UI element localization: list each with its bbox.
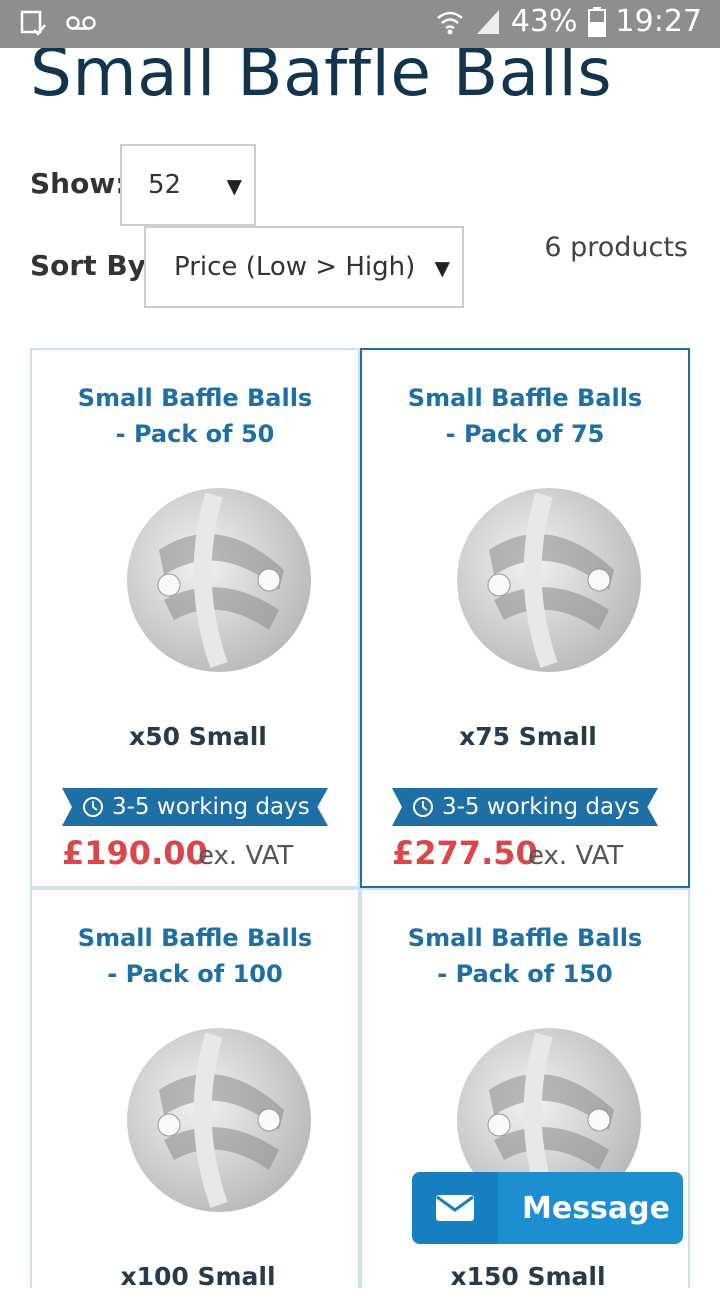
product-card[interactable]: Small Baffle Balls - Pack of 75 x75 Smal… (360, 348, 690, 888)
clock: 19:27 (615, 4, 702, 39)
chevron-down-icon: ▼ (226, 174, 242, 198)
baffle-ball-image (127, 488, 311, 672)
image-caption: x50 Small (129, 722, 267, 751)
product-price: £277.50 (392, 834, 538, 872)
product-title[interactable]: Small Baffle Balls - Pack of 150 (362, 920, 688, 992)
product-title[interactable]: Small Baffle Balls - Pack of 50 (32, 380, 358, 452)
vat-label: ex. VAT (528, 841, 624, 871)
vat-label: ex. VAT (198, 841, 294, 871)
product-card[interactable]: Small Baffle Balls - Pack of 100 x100 Sm… (30, 888, 360, 1310)
delivery-text: 3-5 working days (112, 794, 310, 820)
voicemail-icon (66, 16, 96, 30)
clock-icon (413, 797, 433, 817)
product-image[interactable]: x100 Small (64, 1000, 332, 1310)
mail-icon-box (412, 1172, 498, 1244)
delivery-badge: 3-5 working days (62, 788, 328, 826)
image-caption: x100 Small (120, 1262, 276, 1291)
delivery-text: 3-5 working days (442, 794, 640, 820)
product-image[interactable]: x75 Small (394, 460, 662, 770)
image-caption: x75 Small (459, 722, 597, 751)
sort-select[interactable]: Price (Low > High) ▼ (144, 226, 464, 308)
sort-label: Sort By: (30, 249, 158, 282)
baffle-ball-image (127, 1028, 311, 1212)
product-title[interactable]: Small Baffle Balls - Pack of 75 (362, 380, 688, 452)
message-button[interactable]: Message (412, 1172, 683, 1244)
battery-percent: 43% (510, 4, 578, 39)
show-select-value: 52 (148, 170, 182, 200)
product-image[interactable]: x150 Small (394, 1000, 662, 1310)
signal-icon (476, 9, 499, 34)
product-count: 6 products (544, 232, 688, 263)
message-button-label: Message (522, 1190, 670, 1226)
battery-icon (587, 6, 606, 37)
image-caption: x150 Small (450, 1262, 606, 1291)
product-title[interactable]: Small Baffle Balls - Pack of 100 (32, 920, 358, 992)
product-price: £190.00 (62, 834, 208, 872)
show-select[interactable]: 52 ▼ (120, 144, 256, 226)
status-bar: 43% 19:27 (0, 0, 720, 48)
clock-icon (83, 797, 103, 817)
product-image[interactable]: x50 Small (64, 460, 332, 770)
mail-icon (436, 1195, 474, 1221)
product-card[interactable]: Small Baffle Balls - Pack of 50 x50 Smal… (30, 348, 360, 888)
show-label: Show: (30, 167, 127, 200)
chevron-down-icon: ▼ (434, 256, 450, 280)
notification-icon (20, 10, 46, 36)
baffle-ball-image (457, 488, 641, 672)
sort-select-value: Price (Low > High) (174, 252, 416, 282)
wifi-icon (437, 11, 463, 34)
delivery-badge: 3-5 working days (392, 788, 658, 826)
